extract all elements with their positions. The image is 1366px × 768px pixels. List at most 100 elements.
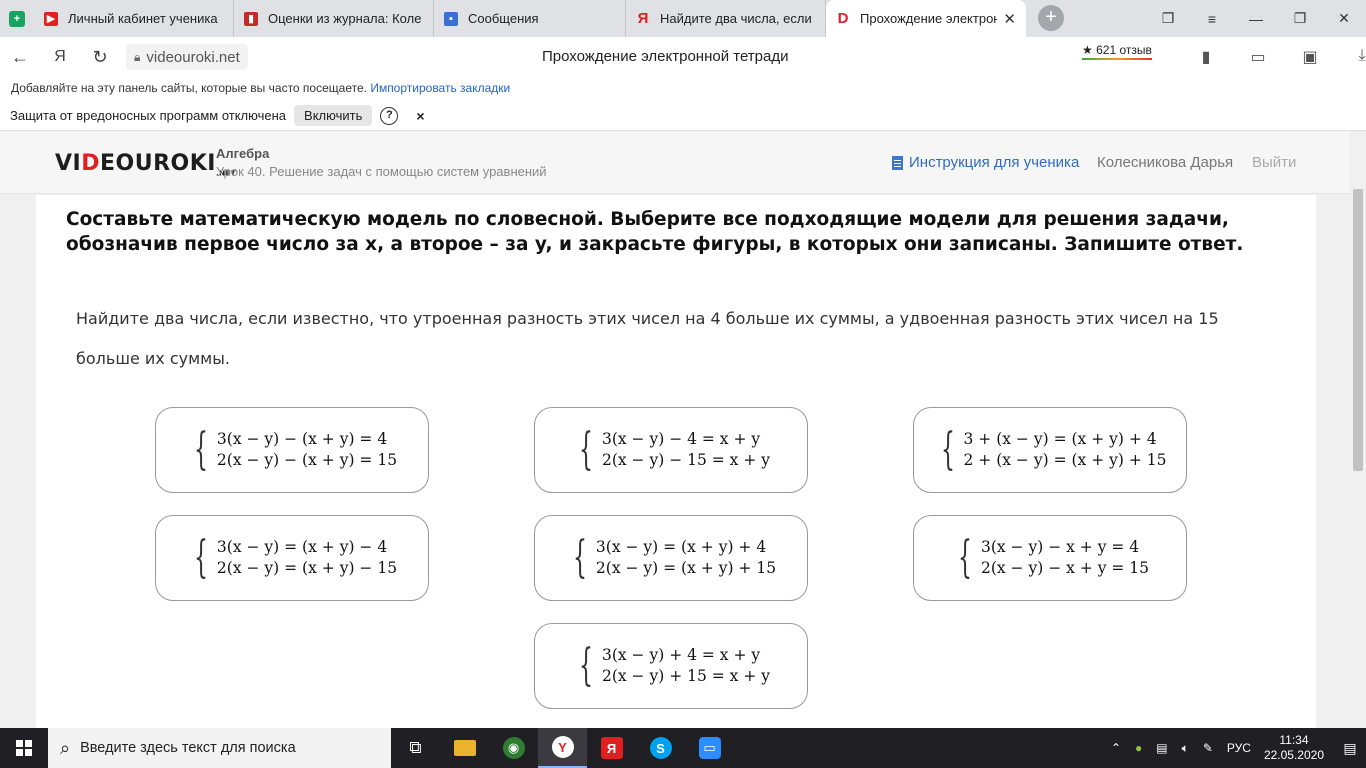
task-card: Составьте математическую модель по слове… bbox=[36, 195, 1316, 728]
reviews-badge[interactable]: ★ 621 отзыв bbox=[1082, 43, 1152, 60]
equation-2: 2(x − y) = (x + y) + 15 bbox=[595, 559, 777, 577]
book-icon: ▮ bbox=[244, 11, 258, 26]
reload-icon[interactable]: ↻ bbox=[80, 47, 120, 68]
yandex-home-icon[interactable]: Я bbox=[40, 48, 80, 66]
brace-icon: { bbox=[940, 424, 955, 475]
close-icon[interactable]: ✕ bbox=[1003, 10, 1016, 28]
antivirus-icon[interactable]: ● bbox=[1135, 741, 1142, 755]
yandex-icon: Я bbox=[637, 10, 649, 27]
equation-system: {3 + (x − y) = (x + y) + 42 + (x − y) = … bbox=[934, 428, 1167, 472]
option-card-1[interactable]: {3(x − y) − (x + y) = 4 2(x − y) − (x + y… bbox=[155, 407, 429, 493]
option-card-4[interactable]: {3(x − y) = (x + y) − 4 2(x − y) = (x + y… bbox=[155, 515, 429, 601]
instructions-link[interactable]: Инструкция для ученика bbox=[892, 154, 1079, 171]
restore-icon[interactable]: ❐ bbox=[1278, 10, 1322, 27]
yandex-browser-icon[interactable]: Y bbox=[538, 728, 587, 768]
tab-personal-cabinet[interactable]: ▶ Личный кабинет ученика bbox=[34, 0, 234, 37]
zoom-icon[interactable]: ▭ bbox=[685, 728, 734, 768]
bookmarks-hint: Добавляйте на эту панель сайты, которые … bbox=[11, 81, 367, 95]
lesson-title: Урок 40. Решение задач с помощью систем … bbox=[216, 164, 547, 179]
yandex-icon[interactable]: Я bbox=[587, 728, 636, 768]
battery-icon[interactable]: ▭ bbox=[1232, 47, 1284, 67]
user-name[interactable]: Колесникова Дарья bbox=[1097, 154, 1233, 171]
brace-icon: { bbox=[193, 532, 208, 583]
instructions-label: Инструкция для ученика bbox=[909, 154, 1080, 171]
equation-system: {3(x − y) − (x + y) = 4 2(x − y) − (x + y… bbox=[187, 428, 397, 472]
bookmark-icon[interactable]: ▮ bbox=[1180, 47, 1232, 67]
page-title: Прохождение электронной тетради bbox=[542, 48, 789, 65]
equation-1: 3(x − y) − x + y = 4 bbox=[980, 538, 1140, 556]
skype-icon[interactable]: S bbox=[636, 728, 685, 768]
equation-2: 2(x − y) + 15 = x + y bbox=[601, 667, 771, 685]
task-heading: Составьте математическую модель по слове… bbox=[66, 209, 1244, 255]
language-indicator[interactable]: РУС bbox=[1227, 741, 1251, 755]
taskbar-search[interactable]: ⌕ Введите здесь текст для поиска bbox=[48, 728, 391, 768]
back-arrow-icon[interactable]: ← bbox=[0, 47, 40, 68]
tab-label: Сообщения bbox=[468, 11, 539, 26]
tab-yandex-search[interactable]: Я Найдите два числа, если и bbox=[626, 0, 826, 37]
network-icon[interactable]: ▤ bbox=[1156, 741, 1167, 755]
new-tab-button[interactable]: + bbox=[1038, 5, 1064, 31]
tab-messages[interactable]: ▪ Сообщения bbox=[434, 0, 626, 37]
option-card-5[interactable]: {3(x − y) = (x + y) + 4 2(x − y) = (x + y… bbox=[534, 515, 808, 601]
search-icon: ⌕ bbox=[60, 737, 71, 758]
browser-tab-strip: + ▶ Личный кабинет ученика ▮ Оценки из ж… bbox=[0, 0, 1366, 37]
equation-2: 2(x − y) − x + y = 15 bbox=[980, 559, 1150, 577]
file-explorer-icon[interactable] bbox=[440, 728, 489, 768]
scrollbar-thumb[interactable] bbox=[1353, 189, 1363, 471]
start-button[interactable] bbox=[0, 728, 48, 768]
protection-warning-bar: Защита от вредоносных программ отключена… bbox=[0, 101, 1366, 131]
brace-icon: { bbox=[957, 532, 972, 583]
download-icon[interactable]: ⤓ bbox=[1336, 47, 1366, 67]
volume-icon[interactable]: 🔈︎ bbox=[1182, 741, 1189, 756]
extensions-icon[interactable]: ▣ bbox=[1284, 47, 1336, 67]
site-logo[interactable]: VIDEOUROKI.NET bbox=[55, 151, 236, 177]
clock[interactable]: 11:34 22.05.2020 bbox=[1264, 733, 1324, 763]
menu-icon[interactable]: ≡ bbox=[1190, 11, 1234, 27]
brace-icon: { bbox=[578, 424, 593, 475]
chevron-up-icon[interactable]: ⌃ bbox=[1111, 741, 1121, 755]
minimize-icon[interactable]: — bbox=[1234, 11, 1278, 27]
equation-system: {3(x − y) + 4 = x + y 2(x − y) + 15 = x +… bbox=[572, 644, 770, 688]
enable-protection-button[interactable]: Включить bbox=[294, 105, 373, 126]
help-icon[interactable]: ? bbox=[380, 106, 399, 125]
sidebar-toggle[interactable]: + bbox=[0, 0, 34, 37]
tab-label: Прохождение электрон bbox=[860, 11, 998, 26]
url-field[interactable]: 🔒︎ videouroki.net bbox=[126, 44, 248, 70]
brace-icon: { bbox=[572, 532, 587, 583]
videouroki-icon: D bbox=[837, 10, 849, 27]
notifications-icon[interactable]: ▤ bbox=[1334, 740, 1366, 757]
site-header: VIDEOUROKI.NET Алгебра Урок 40. Решение … bbox=[0, 131, 1350, 194]
equation-2: 2(x − y) − (x + y) = 15 bbox=[216, 451, 398, 469]
window-close-icon[interactable]: ✕ bbox=[1322, 10, 1366, 27]
equation-2: 2(x − y) − 15 = x + y bbox=[601, 451, 771, 469]
option-card-6[interactable]: {3(x − y) − x + y = 4 2(x − y) − x + y = … bbox=[913, 515, 1187, 601]
tab-active-notebook[interactable]: D Прохождение электрон ✕ bbox=[826, 0, 1026, 37]
equation-system: {3(x − y) − x + y = 4 2(x − y) − x + y = … bbox=[951, 536, 1149, 580]
app-globe-icon[interactable]: ◉ bbox=[489, 728, 538, 768]
task-view-icon[interactable]: ⧉ bbox=[391, 728, 440, 768]
windows-taskbar: ⌕ Введите здесь текст для поиска ⧉ ◉ Y Я… bbox=[0, 728, 1366, 768]
page-scrollbar[interactable] bbox=[1350, 131, 1366, 728]
equation-1: 3(x − y) = (x + y) − 4 bbox=[216, 538, 388, 556]
logout-link[interactable]: Выйти bbox=[1252, 154, 1296, 171]
tab-grades[interactable]: ▮ Оценки из журнала: Коле bbox=[234, 0, 434, 37]
import-bookmarks-link[interactable]: Импортировать закладки bbox=[370, 81, 510, 95]
lock-icon: 🔒︎ bbox=[134, 49, 141, 64]
tabs-menu-icon[interactable]: ❐ bbox=[1146, 10, 1190, 27]
option-card-2[interactable]: {3(x − y) − 4 = x + y 2(x − y) − 15 = x +… bbox=[534, 407, 808, 493]
apps-icon: + bbox=[9, 10, 25, 27]
brace-icon: { bbox=[578, 640, 593, 691]
logo-text: EOUROKI bbox=[99, 151, 216, 176]
brace-icon: { bbox=[193, 424, 208, 475]
option-card-7[interactable]: {3(x − y) + 4 = x + y 2(x − y) + 15 = x +… bbox=[534, 623, 808, 709]
tab-label: Личный кабинет ученика bbox=[68, 11, 218, 26]
close-icon[interactable]: × bbox=[416, 108, 424, 124]
option-card-3[interactable]: {3 + (x − y) = (x + y) + 4 2 + (x − y) = … bbox=[913, 407, 1187, 493]
equation-system: {3(x − y) = (x + y) − 4 2(x − y) = (x + y… bbox=[187, 536, 397, 580]
equation-system: {3(x − y) − 4 = x + y 2(x − y) − 15 = x +… bbox=[572, 428, 770, 472]
logo-text: VI bbox=[55, 151, 82, 176]
tab-label: Найдите два числа, если и bbox=[660, 11, 815, 26]
search-placeholder: Введите здесь текст для поиска bbox=[80, 740, 296, 756]
equation-2: 2(x − y) = (x + y) − 15 bbox=[216, 559, 398, 577]
pen-icon[interactable]: ✎ bbox=[1203, 741, 1213, 755]
